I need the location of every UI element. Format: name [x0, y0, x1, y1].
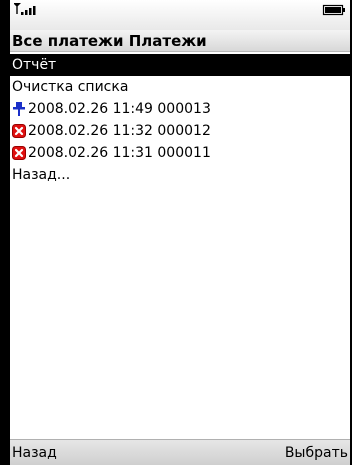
list-item-payment[interactable]: 2008.02.26 11:31 000011 [10, 142, 350, 164]
menu-list: Отчёт Очистка списка 2008.02.26 11:49 00… [10, 54, 350, 186]
list-item-label: Отчёт [12, 57, 57, 73]
list-item-report[interactable]: Отчёт [10, 54, 350, 76]
list-item-label: Очистка списка [12, 79, 129, 95]
list-item-label: Назад... [12, 167, 71, 183]
list-item-label: 2008.02.26 11:49 000013 [28, 101, 211, 117]
phone-screen: Все платежи Платежи Отчёт Очистка списка… [10, 0, 350, 465]
status-bar [10, 0, 350, 30]
error-icon [12, 124, 26, 138]
list-item-label: 2008.02.26 11:31 000011 [28, 145, 211, 161]
signal-strength-icon [14, 3, 36, 15]
error-icon [12, 146, 26, 160]
list-item-payment[interactable]: 2008.02.26 11:32 000012 [10, 120, 350, 142]
pin-icon [13, 102, 25, 116]
back-softkey[interactable]: Назад [12, 440, 57, 465]
list-item-label: 2008.02.26 11:32 000012 [28, 123, 211, 139]
battery-icon [322, 4, 345, 16]
list-item-clear-list[interactable]: Очистка списка [10, 76, 350, 98]
page-title: Все платежи Платежи [10, 30, 350, 52]
select-softkey[interactable]: Выбрать [285, 440, 348, 465]
list-item-back[interactable]: Назад... [10, 164, 350, 186]
list-item-payment[interactable]: 2008.02.26 11:49 000013 [10, 98, 350, 120]
softkey-bar: Назад Выбрать [10, 439, 350, 465]
